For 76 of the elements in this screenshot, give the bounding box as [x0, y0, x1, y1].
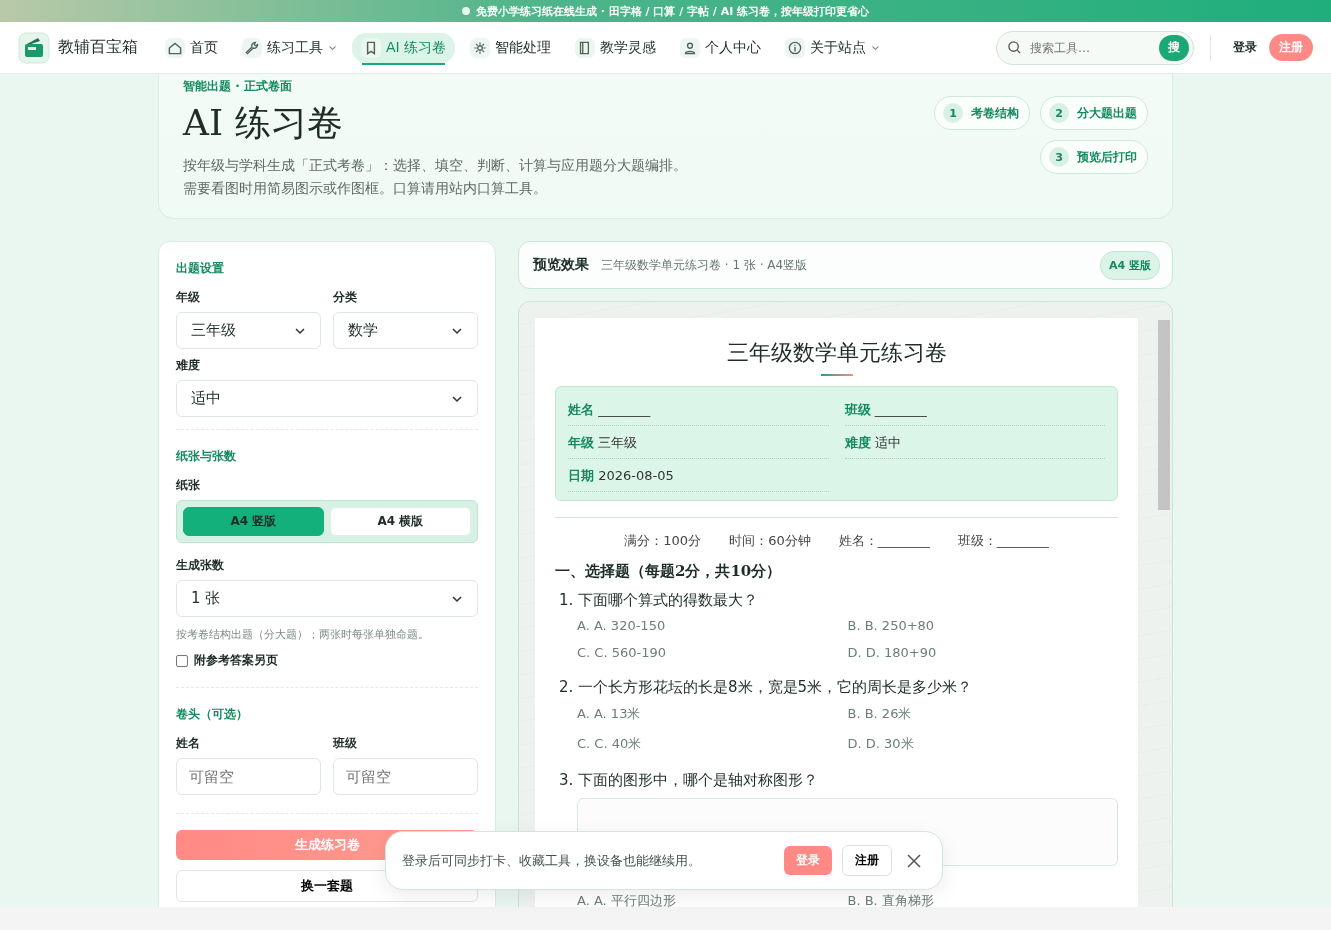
preview-meta: 三年级数学单元练习卷 · 1 张 · A4竖版 — [601, 256, 809, 274]
answer-option: B. B. 直角梯形 — [847, 892, 1118, 908]
register-button[interactable]: 注册 — [842, 845, 892, 876]
nav-item[interactable]: 练习工具 — [233, 32, 346, 63]
dot-icon — [461, 7, 470, 15]
search-icon — [1007, 40, 1022, 55]
section-heading: 出题设置 — [176, 260, 225, 277]
field-label: 班级 — [333, 735, 358, 752]
eyebrow-text: 智能出题 · 正式卷面 — [183, 78, 293, 95]
nav-item[interactable]: 教学灵感 — [566, 32, 666, 63]
paper-title: 三年级数学单元练习卷 — [725, 339, 948, 367]
answer-option: B. B. 26米 — [847, 705, 1118, 723]
info-field: 班级 ________ — [844, 393, 1105, 426]
checkbox[interactable] — [176, 654, 188, 667]
description-text: 需要看图时用简易图示或作图框。口算请用站内口算工具。 — [183, 179, 548, 198]
banner-text: 免费小学练习纸在线生成 · 田字格 / 口算 / 字帖 / AI 练习卷，按年级打印更省心 — [475, 3, 870, 19]
answer-option: D. D. 30米 — [847, 735, 1118, 753]
page-title: AI 练习卷 — [183, 101, 344, 145]
question-text: 1. 下面哪个算式的得数最大？ — [559, 591, 760, 610]
site-logo-text[interactable]: 教辅百宝箱 — [58, 37, 138, 58]
answer-option: A. A. 13米 — [577, 705, 848, 723]
login-link[interactable]: 登录 — [1227, 38, 1263, 57]
answer-option: A. A. 320-150 — [577, 618, 848, 633]
nav-item[interactable]: 智能处理 — [461, 32, 561, 63]
checkbox-label: 附参考答案另页 — [194, 652, 278, 669]
question-text: 3. 下面的图形中，哪个是轴对称图形？ — [559, 771, 820, 790]
score-item: 姓名：________ — [838, 532, 930, 550]
hint-text: 按考卷结构出题（分大题）；两张时每张单独命题。 — [176, 627, 430, 642]
input-field[interactable]: 可留空 — [333, 758, 478, 795]
step-chip[interactable]: 2 分大题出题 — [1040, 96, 1148, 130]
dropdown[interactable]: 适中 — [176, 380, 478, 417]
step-chip[interactable]: 1 考卷结构 — [934, 96, 1030, 130]
nav-item[interactable]: 关于站点 — [776, 32, 890, 63]
preview-title: 预览效果 — [533, 256, 589, 274]
info-field: 日期 2026-08-05 — [568, 459, 829, 492]
answer-option: C. C. 40米 — [577, 735, 848, 753]
answer-option: A. A. 平行四边形 — [577, 892, 848, 908]
wrench-icon — [242, 37, 262, 58]
info-icon — [785, 37, 806, 58]
answer-option: C. C. 560-190 — [577, 645, 848, 660]
gear-icon — [470, 37, 491, 58]
answer-option: B. B. 250+80 — [847, 618, 1118, 633]
logo-icon — [18, 31, 50, 64]
step-chip[interactable]: 3 预览后打印 — [1040, 140, 1148, 174]
dropdown[interactable]: 数学 — [333, 312, 478, 349]
input-field[interactable]: 可留空 — [176, 758, 321, 795]
description-text: 按年级与学科生成「正式考卷」：选择、填空、判断、计算与应用题分大题编排。 — [183, 156, 687, 175]
bookmark-icon — [361, 37, 381, 58]
field-label: 纸张 — [176, 477, 201, 494]
field-label: 姓名 — [176, 735, 201, 752]
score-item: 满分：100分 — [624, 532, 702, 550]
info-field: 姓名 ________ — [568, 393, 829, 426]
nav-item[interactable]: AI 练习卷 — [352, 32, 456, 63]
question-text: 2. 一个长方形花坛的长是8米，宽是5米，它的周长是多少米？ — [559, 678, 974, 697]
person-icon — [680, 37, 701, 58]
answer-option: D. D. 180+90 — [847, 645, 1118, 660]
paper-option[interactable]: A4 横版 — [330, 507, 471, 536]
section-heading: 一、选择题（每题2分，共10分） — [555, 562, 783, 581]
field-label: 难度 — [176, 357, 201, 374]
dropdown[interactable]: 三年级 — [176, 312, 321, 349]
score-item: 时间：60分钟 — [729, 532, 811, 550]
home-icon — [165, 37, 185, 58]
paper-badge: A4 竖版 — [1100, 250, 1160, 280]
info-field: 年级 三年级 — [568, 426, 829, 459]
paper-option[interactable]: A4 竖版 — [183, 507, 324, 536]
nav-item[interactable]: 个人中心 — [671, 32, 771, 63]
nav-item[interactable]: 首页 — [156, 32, 227, 63]
score-item: 班级：________ — [957, 532, 1049, 550]
info-field: 难度 适中 — [844, 426, 1105, 459]
book-icon — [575, 37, 596, 58]
field-label: 生成张数 — [176, 557, 225, 574]
section-heading: 卷头（可选） — [176, 706, 249, 723]
field-label: 分类 — [333, 289, 358, 306]
field-label: 年级 — [176, 289, 201, 306]
section-heading: 纸张与张数 — [176, 448, 237, 465]
dropdown[interactable]: 1 张 — [176, 580, 478, 617]
